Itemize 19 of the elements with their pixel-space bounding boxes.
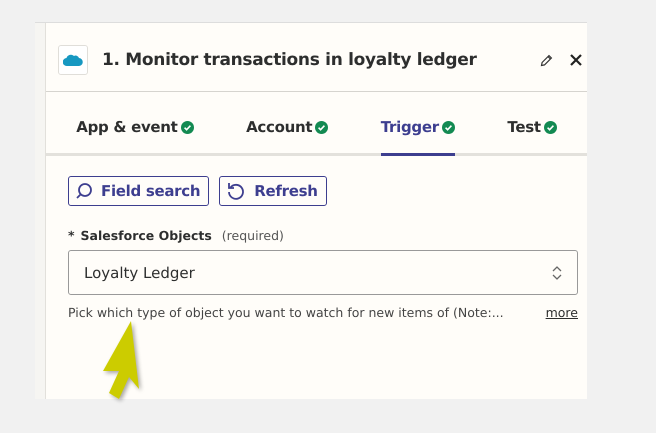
pencil-icon[interactable] [540, 54, 553, 66]
chevrons-icon [551, 264, 563, 282]
close-icon[interactable] [569, 53, 583, 67]
select-field[interactable]: Loyalty Ledger [68, 250, 578, 295]
refresh-icon [226, 181, 246, 201]
toolbar-button[interactable]: Refresh [219, 176, 327, 206]
help-text: Pick which type of object you want to watch for new items of (Note:... [68, 305, 504, 320]
required-mark: * [68, 228, 75, 243]
more-link[interactable]: more [546, 305, 578, 320]
field-label: Salesforce Objects [80, 228, 212, 243]
tab[interactable]: Test [507, 118, 557, 156]
tab[interactable]: Trigger [380, 118, 455, 156]
cloud-logo-icon [58, 45, 88, 75]
toolbar-button[interactable]: Field search [68, 176, 210, 206]
tab[interactable]: App & event [76, 118, 194, 156]
required-note: (required) [222, 228, 284, 243]
tab[interactable]: Account [246, 118, 328, 156]
search-icon [75, 182, 93, 200]
panel-title: 1. Monitor transactions in loyalty ledger [102, 50, 478, 70]
